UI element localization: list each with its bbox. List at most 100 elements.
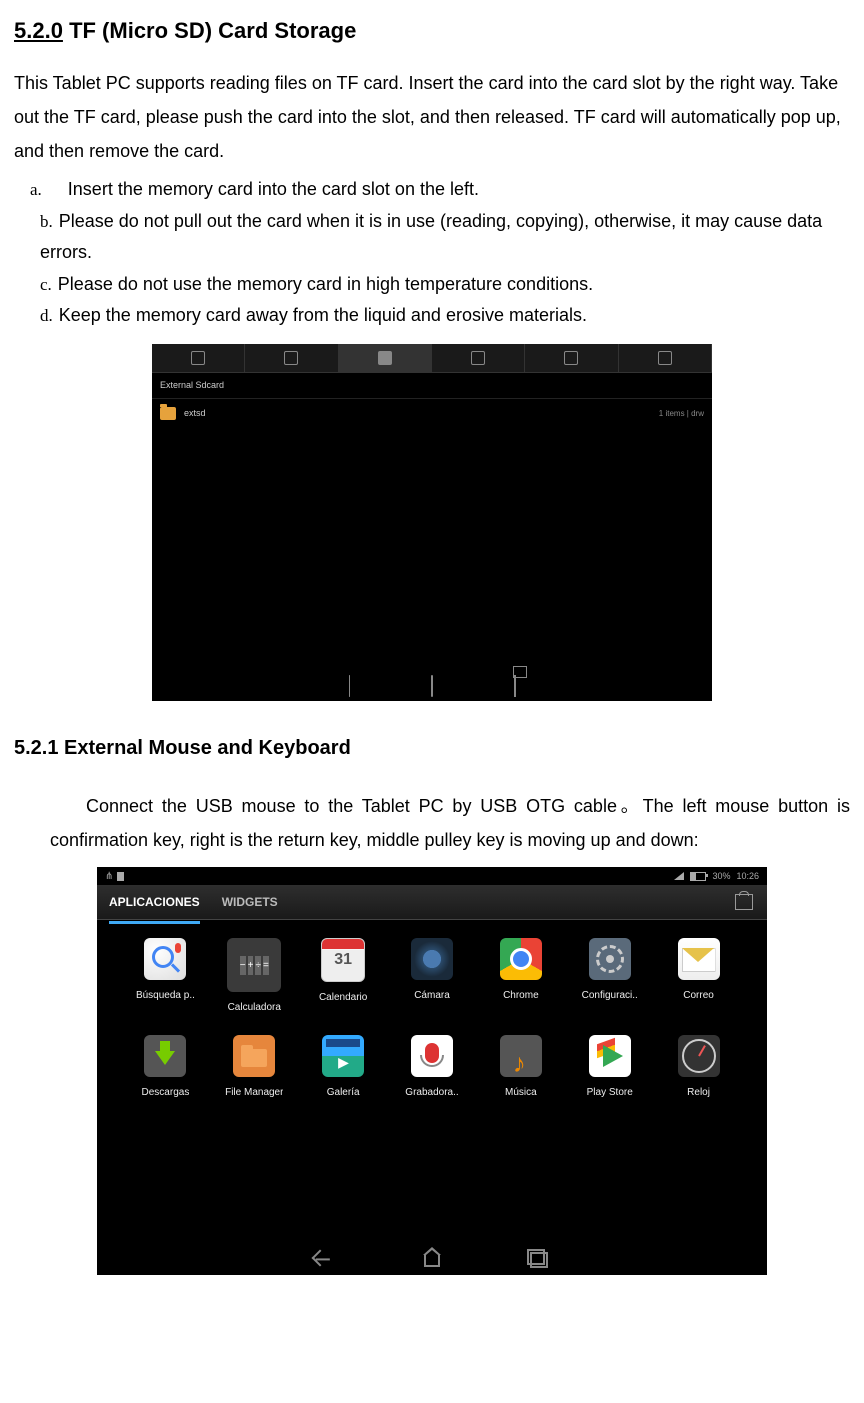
screenshot-file-manager: External Sdcard extsd 1 items | drw xyxy=(152,344,712,701)
sdcard-icon xyxy=(378,351,392,365)
list-item-a: a.Insert the memory card into the card s… xyxy=(30,174,850,206)
status-bar: ⋔ 30% 10:26 xyxy=(97,867,767,885)
list-item-c: c.Please do not use the memory card in h… xyxy=(30,269,850,301)
fm-breadcrumb: External Sdcard xyxy=(152,373,712,399)
section-title: TF (Micro SD) Card Storage xyxy=(69,18,356,43)
android-navbar-2 xyxy=(97,1245,767,1275)
battery-icon xyxy=(690,872,706,881)
back-icon xyxy=(349,669,350,703)
app-label: Configuraci.. xyxy=(582,986,638,1005)
app-file-manager[interactable]: File Manager xyxy=(214,1035,295,1102)
play-icon xyxy=(589,1035,631,1077)
gal-icon xyxy=(322,1035,364,1077)
app-label: Cámara xyxy=(414,986,450,1005)
app-label: Calendario xyxy=(319,988,367,1007)
back-icon-2 xyxy=(312,1250,329,1267)
clock-time: 10:26 xyxy=(736,868,759,885)
phone-icon xyxy=(284,351,298,365)
list-item-b: b.Please do not pull out the card when i… xyxy=(30,206,850,269)
fm-tab-bar xyxy=(152,344,712,373)
battery-percent: 30% xyxy=(712,868,730,885)
tab-widgets[interactable]: WIDGETS xyxy=(222,891,278,914)
app-label: Chrome xyxy=(503,986,539,1005)
fm-tab-3[interactable] xyxy=(339,344,432,372)
clock-icon xyxy=(678,1035,720,1077)
folder-icon xyxy=(160,407,176,420)
recent-icon xyxy=(514,669,516,703)
nav-recent-button-2[interactable] xyxy=(530,1252,550,1268)
fm-tab-6[interactable] xyxy=(619,344,712,372)
app-c-mara[interactable]: Cámara xyxy=(392,938,473,1017)
settings-icon xyxy=(589,938,631,980)
section-number: 5.2.0 xyxy=(14,18,63,43)
search-icon xyxy=(144,938,186,980)
fm-tab-2[interactable] xyxy=(245,344,338,372)
wifi-icon xyxy=(674,872,684,880)
recent-icon-2 xyxy=(530,1252,548,1268)
app-label: Reloj xyxy=(687,1083,710,1102)
shop-icon[interactable] xyxy=(735,894,753,910)
instruction-list: a.Insert the memory card into the card s… xyxy=(30,174,850,332)
screenshot-app-drawer: ⋔ 30% 10:26 APLICACIONES WIDGETS Búsqued… xyxy=(97,867,767,1275)
app-label: Búsqueda p.. xyxy=(136,986,195,1005)
app-label: Galería xyxy=(327,1083,360,1102)
folder-name: extsd xyxy=(184,405,659,422)
status-rect-icon xyxy=(117,872,124,881)
tools-icon xyxy=(658,351,672,365)
app-descargas[interactable]: Descargas xyxy=(125,1035,206,1102)
app-grabadora-[interactable]: Grabadora.. xyxy=(392,1035,473,1102)
app-label: Grabadora.. xyxy=(405,1083,458,1102)
home-nav-icon xyxy=(431,669,433,703)
mail-icon xyxy=(678,938,720,980)
home-icon xyxy=(191,351,205,365)
cam-icon xyxy=(411,938,453,980)
nav-back-button[interactable] xyxy=(340,679,358,693)
list-item-d: d.Keep the memory card away from the liq… xyxy=(30,300,850,332)
app-m-sica[interactable]: Música xyxy=(480,1035,561,1102)
body-521: Connect the USB mouse to the Tablet PC b… xyxy=(50,789,850,857)
drawer-tabs: APLICACIONES WIDGETS xyxy=(97,885,767,920)
fm-tab-1[interactable] xyxy=(152,344,245,372)
folder-meta: 1 items | drw xyxy=(659,406,704,421)
app-play-store[interactable]: Play Store xyxy=(569,1035,650,1102)
debug-icon: ⋔ xyxy=(105,867,113,886)
app-chrome[interactable]: Chrome xyxy=(480,938,561,1017)
app-grid: Búsqueda p.. −+÷= Calculadora Calendario Cám… xyxy=(97,920,767,1120)
nav-back-button-2[interactable] xyxy=(314,1252,334,1268)
app-b-squeda-p-[interactable]: Búsqueda p.. xyxy=(125,938,206,1017)
fm-tab-5[interactable] xyxy=(525,344,618,372)
section-number-521: 5.2.1 xyxy=(14,737,58,759)
heading-521: 5.2.1 External Mouse and Keyboard xyxy=(14,729,850,767)
chrome-icon xyxy=(500,938,542,980)
app-reloj[interactable]: Reloj xyxy=(658,1035,739,1102)
app-galer-a[interactable]: Galería xyxy=(303,1035,384,1102)
fm-tab-4[interactable] xyxy=(432,344,525,372)
app-label: File Manager xyxy=(225,1083,283,1102)
rec-icon xyxy=(411,1035,453,1077)
intro-paragraph: This Tablet PC supports reading files on… xyxy=(14,66,850,169)
calc-icon: −+÷= xyxy=(227,938,281,992)
section-title-521: External Mouse and Keyboard xyxy=(64,737,351,759)
android-navbar xyxy=(152,671,712,701)
heading-520: 5.2.0 TF (Micro SD) Card Storage xyxy=(14,10,850,52)
nav-recent-button[interactable] xyxy=(506,679,524,693)
nav-home-button-2[interactable] xyxy=(424,1253,440,1267)
tab-apps[interactable]: APLICACIONES xyxy=(109,891,200,924)
network-icon xyxy=(564,351,578,365)
app-label: Calculadora xyxy=(228,998,281,1017)
fm-icon xyxy=(233,1035,275,1077)
app-label: Correo xyxy=(683,986,714,1005)
folder-row[interactable]: extsd 1 items | drw xyxy=(152,399,712,429)
app-calendario[interactable]: Calendario xyxy=(303,938,384,1017)
app-correo[interactable]: Correo xyxy=(658,938,739,1017)
music-icon xyxy=(500,1035,542,1077)
dl-icon xyxy=(144,1035,186,1077)
usb-icon xyxy=(471,351,485,365)
app-configuraci-[interactable]: Configuraci.. xyxy=(569,938,650,1017)
app-calculadora[interactable]: −+÷= Calculadora xyxy=(214,938,295,1017)
app-label: Descargas xyxy=(142,1083,190,1102)
home-icon-2 xyxy=(424,1255,440,1267)
app-label: Play Store xyxy=(587,1083,633,1102)
cal-icon xyxy=(321,938,365,982)
nav-home-button[interactable] xyxy=(423,679,441,693)
